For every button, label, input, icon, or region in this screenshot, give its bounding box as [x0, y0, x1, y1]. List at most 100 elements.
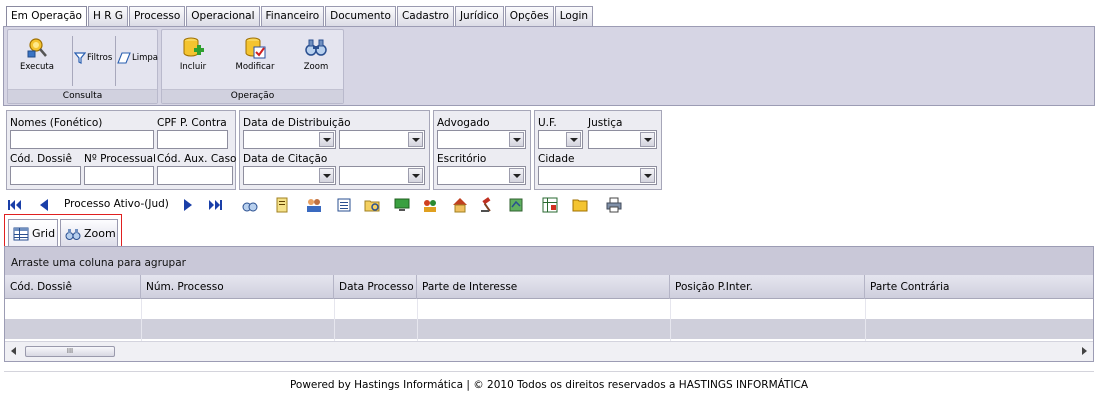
modificar-button[interactable]: Modificar — [232, 36, 278, 72]
grid-header-row: Cód. Dossiê Núm. Processo Data Processo … — [5, 275, 1093, 299]
column-header-parte-interesse[interactable]: Parte de Interesse — [417, 275, 670, 299]
data-distribuicao-from-select[interactable] — [243, 130, 336, 149]
group-by-drop-area[interactable]: Arraste uma coluna para agrupar — [5, 247, 1093, 275]
nomes-input[interactable] — [10, 130, 154, 149]
menu-tab-em-operacao[interactable]: Em Operação — [6, 6, 87, 27]
menu-tab-juridico[interactable]: Jurídico — [454, 6, 504, 26]
ribbon-separator — [72, 36, 73, 86]
edit-database-icon — [245, 37, 266, 59]
uf-select[interactable] — [538, 130, 583, 149]
menu-tab-login[interactable]: Login — [554, 6, 594, 26]
incluir-label: Incluir — [179, 62, 207, 72]
printer-icon[interactable] — [606, 197, 622, 213]
column-header-num-processo[interactable]: Núm. Processo — [141, 275, 334, 299]
cod-aux-label: Cód. Aux. Caso — [157, 153, 237, 165]
operacao-group-label: Operação — [162, 89, 343, 103]
column-header-parte-contraria[interactable]: Parte Contrária — [865, 275, 1093, 299]
first-record-icon[interactable] — [6, 197, 22, 213]
scroll-right-arrow-icon[interactable] — [1082, 347, 1087, 355]
menu-tab-documento[interactable]: Documento — [325, 6, 396, 26]
cod-dossie-input[interactable] — [10, 166, 81, 185]
group-icon[interactable] — [422, 197, 438, 213]
last-record-icon[interactable] — [208, 197, 224, 213]
cidade-select[interactable] — [538, 166, 657, 185]
chevron-down-icon[interactable] — [509, 168, 524, 183]
chevron-down-icon[interactable] — [640, 168, 655, 183]
house-icon[interactable] — [452, 197, 468, 213]
filter-panel-location: U.F. Justiça Cidade — [534, 110, 662, 190]
justica-label: Justiça — [588, 117, 623, 129]
column-header-data-processo[interactable]: Data Processo — [334, 275, 417, 299]
next-record-icon[interactable] — [180, 197, 196, 213]
binoculars-icon — [305, 39, 327, 56]
footer-divider — [4, 371, 1094, 372]
binoculars-icon[interactable] — [242, 197, 258, 213]
menu-tab-financeiro[interactable]: Financeiro — [260, 6, 325, 26]
menu-tab-operacional[interactable]: Operacional — [186, 6, 260, 26]
executa-button[interactable]: Executa — [14, 36, 60, 72]
menu-tab-hrg[interactable]: H R G — [87, 6, 128, 26]
menu-tab-processo[interactable]: Processo — [129, 6, 186, 26]
previous-record-icon[interactable] — [36, 197, 52, 213]
cpf-label: CPF P. Contra — [157, 117, 227, 129]
data-citacao-from-select[interactable] — [243, 166, 336, 185]
table-row[interactable] — [5, 299, 1093, 319]
filtros-label: Filtros — [87, 53, 113, 63]
escritorio-label: Escritório — [437, 153, 487, 165]
people-icon[interactable] — [306, 197, 322, 213]
escritorio-select[interactable] — [437, 166, 526, 185]
limpa-button[interactable]: Limpa — [117, 52, 158, 64]
chevron-down-icon[interactable] — [640, 132, 655, 147]
eraser-icon — [117, 52, 131, 64]
record-navigation-toolbar: Processo Ativo-(Jud) — [4, 194, 664, 216]
gavel-icon[interactable] — [480, 197, 496, 213]
data-distribuicao-to-select[interactable] — [339, 130, 425, 149]
cod-aux-input[interactable] — [157, 166, 233, 185]
menu-tab-cadastro[interactable]: Cadastro — [396, 6, 454, 26]
funnel-icon — [74, 52, 86, 64]
chevron-down-icon[interactable] — [566, 132, 581, 147]
chevron-down-icon[interactable] — [408, 132, 423, 147]
map-icon[interactable] — [508, 197, 524, 213]
column-divider — [334, 299, 335, 341]
tab-grid[interactable]: Grid — [8, 219, 58, 248]
menu-tab-opcoes[interactable]: Opções — [504, 6, 554, 26]
data-citacao-to-select[interactable] — [339, 166, 425, 185]
executa-label: Executa — [20, 62, 54, 72]
grid-add-icon[interactable] — [542, 197, 558, 213]
chevron-down-icon[interactable] — [319, 132, 334, 147]
chevron-down-icon[interactable] — [509, 132, 524, 147]
tab-zoom[interactable]: Zoom — [60, 219, 118, 248]
num-processual-label: Nº Processual — [84, 153, 156, 165]
tab-grid-label: Grid — [32, 227, 56, 240]
filter-panel-dates: Data de Distribuição Data de Citação — [239, 110, 430, 190]
table-icon — [13, 227, 29, 240]
consulta-group-label: Consulta — [8, 89, 157, 103]
limpa-label: Limpa — [132, 53, 158, 63]
add-database-icon — [183, 37, 204, 57]
chevron-down-icon[interactable] — [319, 168, 334, 183]
cpf-input[interactable] — [157, 130, 228, 149]
main-menu-bar: Em Operação H R G Processo Operacional F… — [6, 6, 594, 27]
zoom-button[interactable]: Zoom — [293, 36, 339, 72]
justica-select[interactable] — [588, 130, 657, 149]
notes-icon[interactable] — [274, 197, 290, 213]
nomes-label: Nomes (Fonético) — [10, 117, 103, 129]
zoom-label: Zoom — [303, 62, 329, 72]
current-context-label: Processo Ativo-(Jud) — [64, 198, 169, 210]
table-row[interactable] — [5, 319, 1093, 339]
column-header-cod-dossie[interactable]: Cód. Dossiê — [5, 275, 141, 299]
scrollbar-thumb[interactable]: III — [25, 346, 115, 357]
scroll-left-arrow-icon[interactable] — [11, 347, 16, 355]
horizontal-scrollbar[interactable]: III — [5, 341, 1093, 361]
num-processual-input[interactable] — [84, 166, 154, 185]
filtros-button[interactable]: Filtros — [74, 52, 112, 64]
chevron-down-icon[interactable] — [408, 168, 423, 183]
incluir-button[interactable]: Incluir — [170, 36, 216, 72]
folder-icon[interactable] — [572, 197, 588, 213]
advogado-select[interactable] — [437, 130, 526, 149]
monitor-icon[interactable] — [394, 197, 410, 213]
folder-search-icon[interactable] — [364, 197, 380, 213]
column-header-posicao-p-inter[interactable]: Posição P.Inter. — [670, 275, 865, 299]
list-icon[interactable] — [336, 197, 352, 213]
